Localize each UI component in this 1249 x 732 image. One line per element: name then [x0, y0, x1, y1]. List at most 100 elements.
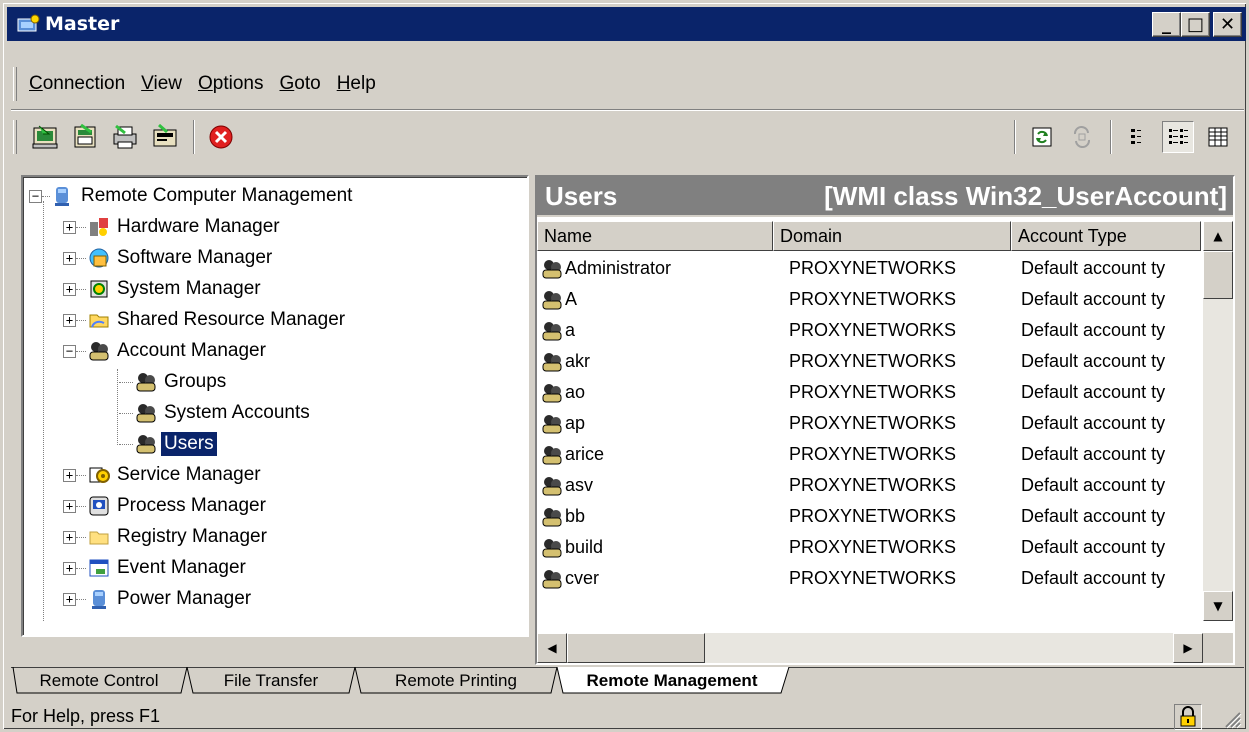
table-row[interactable]: akr PROXYNETWORKS Default account ty: [537, 346, 1201, 377]
table-row[interactable]: a PROXYNETWORKS Default account ty: [537, 315, 1201, 346]
menu-view[interactable]: View: [141, 73, 182, 95]
disconnect-button[interactable]: [69, 121, 101, 153]
minimize-button[interactable]: _: [1152, 12, 1181, 37]
cell-account-type: Default account ty: [1021, 475, 1166, 495]
scroll-right-button[interactable]: ▶: [1173, 633, 1203, 663]
user-icon: [541, 320, 563, 342]
scroll-up-button[interactable]: ▲: [1203, 221, 1233, 251]
users-icon: [136, 373, 156, 392]
tree-node-software-manager[interactable]: + Software Manager: [63, 243, 275, 273]
toolbar-grip[interactable]: [13, 120, 17, 154]
connect-button[interactable]: [29, 121, 61, 153]
hscroll-thumb[interactable]: [567, 633, 705, 663]
table-row[interactable]: Administrator PROXYNETWORKS Default accoun…: [537, 253, 1201, 284]
title-bar[interactable]: Master _ □ ✕: [7, 7, 1246, 41]
menu-separator: [11, 109, 1244, 111]
list-view-button[interactable]: [1122, 121, 1154, 153]
user-icon: [541, 537, 563, 559]
menu-options[interactable]: Options: [198, 73, 263, 95]
cell-name: A: [541, 284, 771, 315]
menu-connection[interactable]: Connection: [29, 73, 125, 95]
tree-node-account-manager[interactable]: − Account Manager: [63, 336, 269, 366]
menu-grip[interactable]: [13, 67, 17, 101]
panel-title: Users: [545, 180, 618, 211]
tree-node-event-manager[interactable]: + Event Manager: [63, 553, 249, 583]
tree-label: Process Manager: [117, 495, 266, 516]
tree-node-users[interactable]: Users: [119, 429, 217, 459]
tree-node-groups[interactable]: Groups: [119, 367, 229, 397]
lock-indicator: [1174, 704, 1202, 730]
users-list[interactable]: Name Domain Account Type Administrator PR…: [537, 217, 1233, 663]
tree-node-system-manager[interactable]: + System Manager: [63, 274, 264, 304]
tree-node-service-manager[interactable]: + Service Manager: [63, 460, 264, 490]
close-button[interactable]: ✕: [1213, 12, 1242, 37]
expand-icon[interactable]: +: [63, 530, 76, 544]
print-button[interactable]: [109, 121, 141, 153]
refresh-disabled-icon: [1074, 126, 1090, 148]
tree-node-power-manager[interactable]: + Power Manager: [63, 584, 254, 614]
expand-icon[interactable]: +: [63, 468, 76, 482]
expand-icon[interactable]: +: [63, 313, 76, 327]
tree-node-process-manager[interactable]: + Process Manager: [63, 491, 269, 521]
table-row[interactable]: asv PROXYNETWORKS Default account ty: [537, 470, 1201, 501]
tree-view[interactable]: − Remote Computer Management + Hardware …: [21, 175, 529, 637]
tab-remote-management[interactable]: Remote Management: [563, 667, 781, 695]
status-bar: For Help, press F1: [7, 701, 1246, 731]
tree-node-hardware-manager[interactable]: + Hardware Manager: [63, 212, 283, 242]
tree-node-root[interactable]: − Remote Computer Management: [29, 181, 355, 211]
refresh-button[interactable]: [1026, 121, 1058, 153]
toolbar-right-separator: [1014, 120, 1016, 154]
tree-node-shared-resource-manager[interactable]: + Shared Resource Manager: [63, 305, 348, 335]
table-row[interactable]: arice PROXYNETWORKS Default account ty: [537, 439, 1201, 470]
stop-button[interactable]: [205, 121, 237, 153]
tab-file-transfer[interactable]: File Transfer: [193, 667, 349, 695]
table-row[interactable]: cver PROXYNETWORKS Default account ty: [537, 563, 1201, 594]
tree-node-registry-manager[interactable]: + Registry Manager: [63, 522, 270, 552]
tab-remote-printing[interactable]: Remote Printing: [361, 667, 551, 695]
user-name: arice: [565, 444, 605, 464]
column-header-account-type[interactable]: Account Type: [1011, 221, 1201, 251]
table-row[interactable]: build PROXYNETWORKS Default account ty: [537, 532, 1201, 563]
expand-icon[interactable]: +: [63, 561, 76, 575]
scroll-thumb[interactable]: [1203, 251, 1233, 299]
cell-domain: PROXYNETWORKS: [789, 351, 957, 371]
column-header-domain[interactable]: Domain: [773, 221, 1011, 251]
expand-icon[interactable]: +: [63, 499, 76, 513]
vertical-scrollbar[interactable]: ▲ ▼: [1203, 221, 1233, 621]
scroll-left-button[interactable]: ◀: [537, 633, 567, 663]
size-grip-icon[interactable]: [1220, 707, 1242, 729]
cell-name: bb: [541, 501, 771, 532]
scroll-down-button[interactable]: ▼: [1203, 591, 1233, 621]
cell-name: asv: [541, 470, 771, 501]
event-log-icon: [89, 559, 109, 577]
disconnect-icon: [74, 124, 96, 148]
user-icon: [541, 506, 563, 528]
table-row[interactable]: A PROXYNETWORKS Default account ty: [537, 284, 1201, 315]
expand-icon[interactable]: +: [63, 220, 76, 234]
list-view-icon: [1131, 129, 1141, 144]
horizontal-scrollbar[interactable]: ◀ ▶: [537, 633, 1203, 663]
expand-icon[interactable]: +: [63, 251, 76, 265]
close-icon: ✕: [1219, 13, 1236, 35]
tree-node-system-accounts[interactable]: System Accounts: [119, 398, 313, 428]
table-row[interactable]: ap PROXYNETWORKS Default account ty: [537, 408, 1201, 439]
maximize-button[interactable]: □: [1181, 12, 1210, 37]
column-header-name[interactable]: Name: [537, 221, 773, 251]
user-name: ao: [565, 382, 586, 402]
properties-button[interactable]: [149, 121, 181, 153]
expand-icon[interactable]: +: [63, 282, 76, 296]
collapse-icon[interactable]: −: [29, 189, 42, 203]
cell-account-type: Default account ty: [1021, 320, 1166, 340]
tab-remote-control[interactable]: Remote Control: [17, 667, 181, 695]
details-view-button[interactable]: [1162, 121, 1194, 153]
menu-help[interactable]: Help: [337, 73, 376, 95]
menu-goto[interactable]: Goto: [279, 73, 320, 95]
tree-line-account: [117, 369, 118, 445]
table-row[interactable]: ao PROXYNETWORKS Default account ty: [537, 377, 1201, 408]
columns-view-button[interactable]: [1202, 121, 1234, 153]
collapse-icon[interactable]: −: [63, 344, 76, 358]
process-icon: [89, 496, 109, 516]
table-row[interactable]: bb PROXYNETWORKS Default account ty: [537, 501, 1201, 532]
panel-header: Users [WMI class Win32_UserAccount]: [537, 177, 1233, 215]
expand-icon[interactable]: +: [63, 592, 76, 606]
